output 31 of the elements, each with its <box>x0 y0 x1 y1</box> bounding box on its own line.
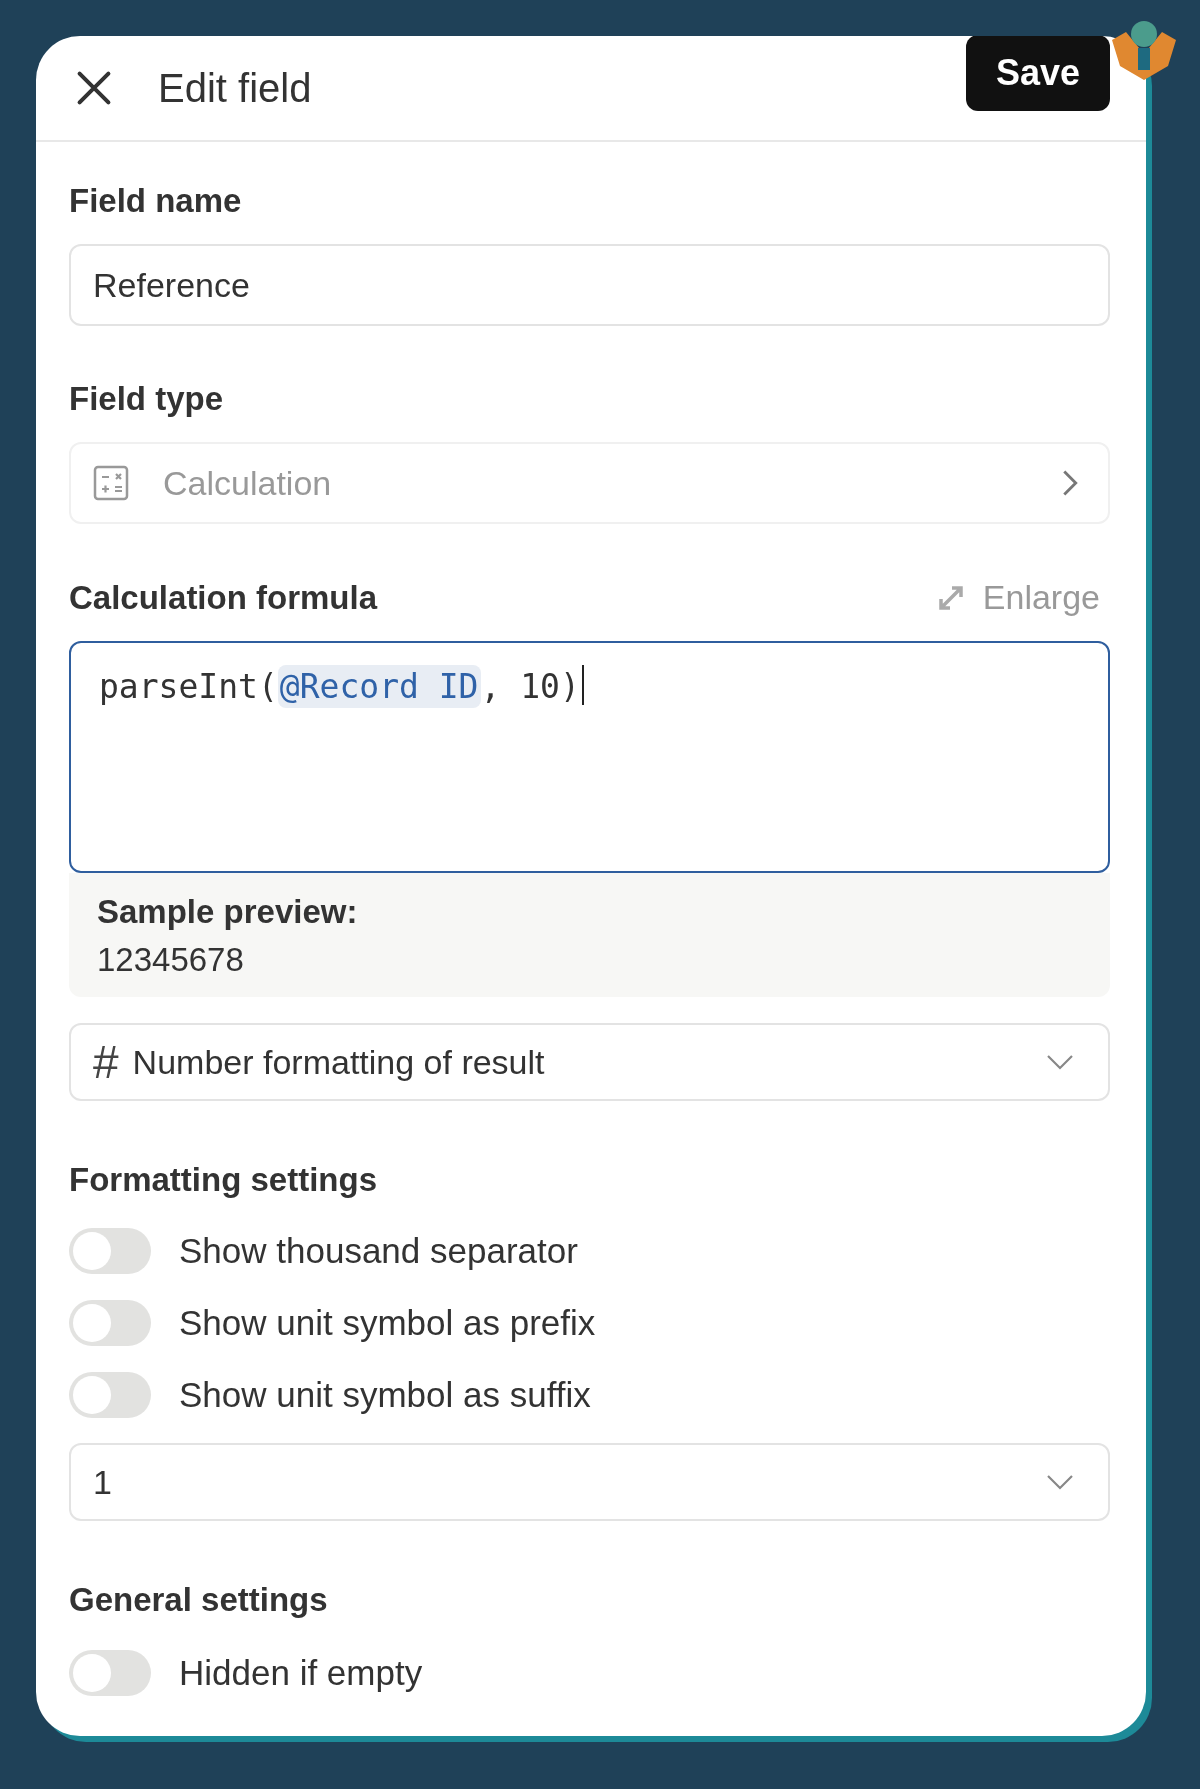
section-title: General settings <box>69 1581 329 1619</box>
toggle-label: Show unit symbol as prefix <box>179 1303 596 1343</box>
toggle-switch[interactable] <box>69 1300 151 1346</box>
toggle-switch[interactable] <box>69 1228 151 1274</box>
toggle-label: Show unit symbol as suffix <box>179 1375 591 1415</box>
toggle-switch[interactable] <box>69 1372 151 1418</box>
preview-label: Sample preview: <box>97 893 359 931</box>
close-icon[interactable] <box>76 70 112 106</box>
toggle-switch[interactable] <box>69 1650 151 1696</box>
chevron-down-icon <box>1046 1474 1074 1490</box>
number-formatting-dropdown[interactable]: # Number formatting of result <box>69 1023 1110 1101</box>
decimals-dropdown[interactable]: 1 <box>69 1443 1110 1521</box>
hash-icon: # <box>93 1035 119 1089</box>
expand-icon <box>936 583 965 612</box>
formula-text: parseInt( <box>99 666 278 708</box>
toggle-label: Hidden if empty <box>179 1653 423 1693</box>
field-label: Field type <box>69 380 225 418</box>
field-name-input[interactable]: Reference <box>69 244 1110 326</box>
field-label: Calculation formula <box>69 578 378 617</box>
field-label: Field name <box>69 182 243 220</box>
field-reference-chip: @Record ID <box>277 665 481 708</box>
text-cursor <box>581 665 584 705</box>
chevron-down-icon <box>1046 1054 1074 1070</box>
formula-text: , 10) <box>480 666 580 708</box>
panel-title: Edit field <box>158 65 313 111</box>
toggle-label: Show thousand separator <box>179 1231 578 1271</box>
section-title: Formatting settings <box>69 1161 378 1199</box>
preview-value: 12345678 <box>97 941 245 979</box>
calculator-icon <box>93 465 129 501</box>
save-button[interactable]: Save <box>965 36 1110 111</box>
chevron-right-icon <box>1062 469 1078 497</box>
